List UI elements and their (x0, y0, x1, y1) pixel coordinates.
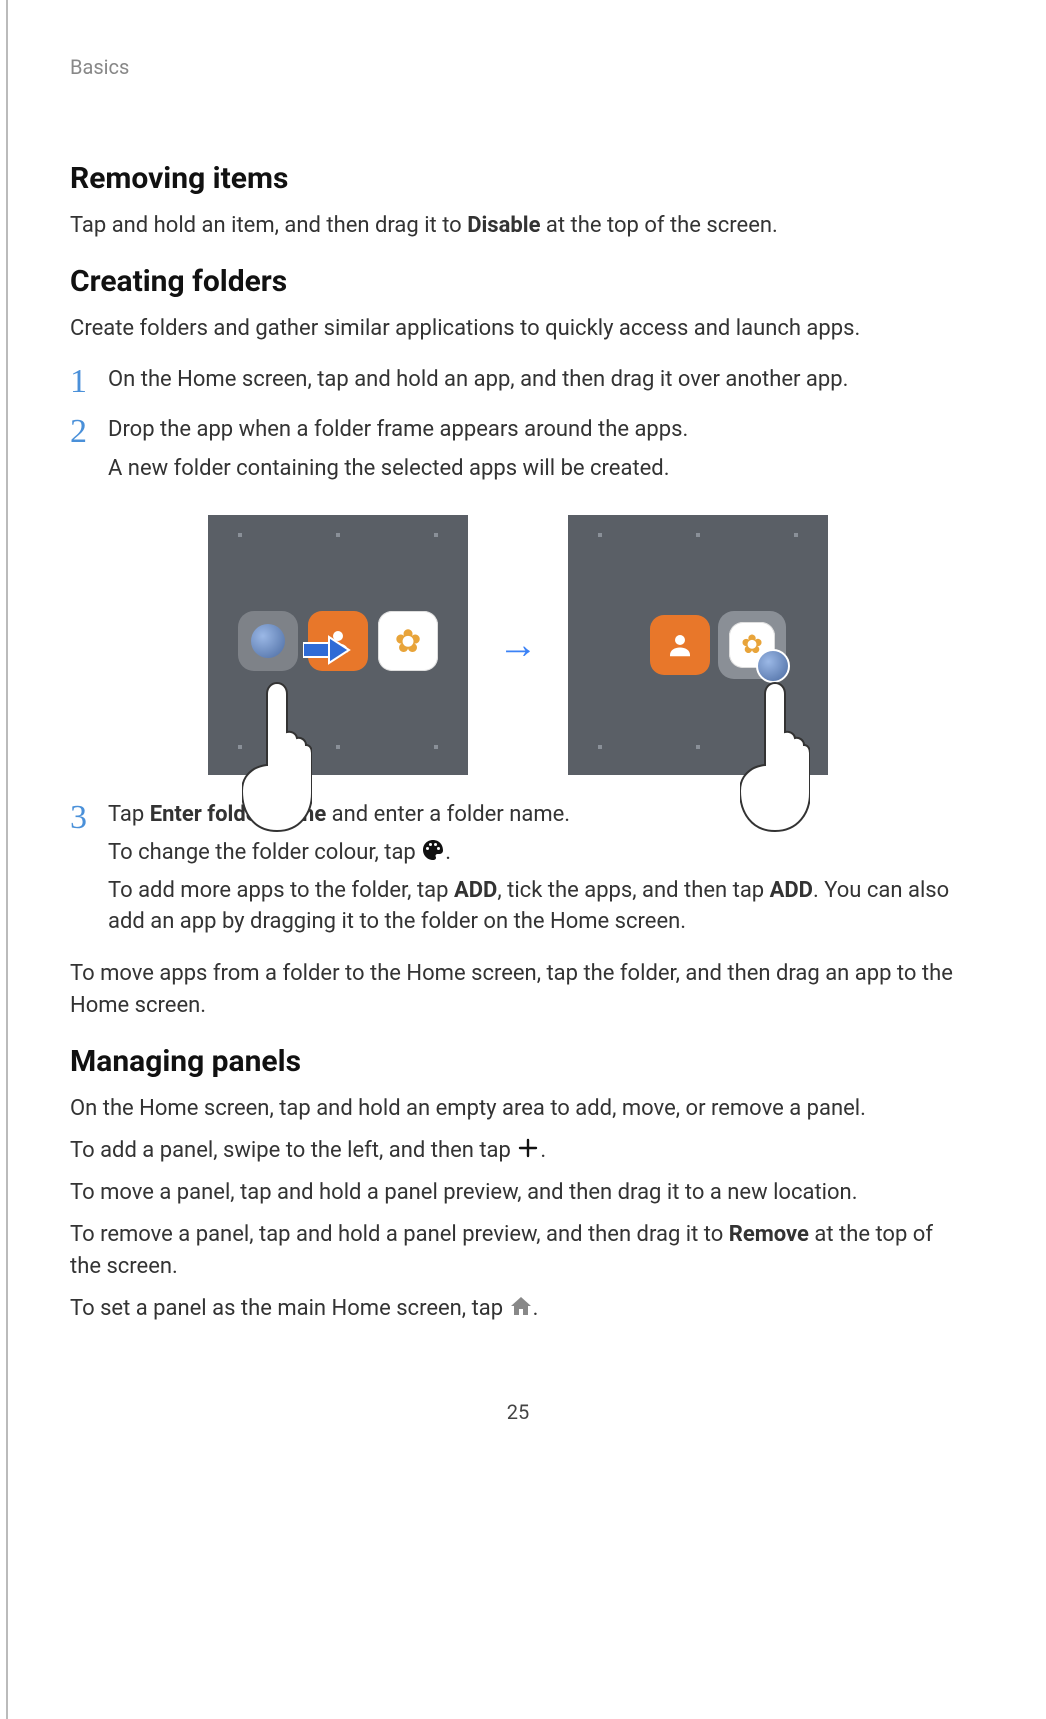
heading-removing-items: Removing items (70, 161, 966, 196)
text: and enter a folder name. (326, 802, 570, 827)
enter-folder-name-bold: Enter folder name (150, 802, 327, 827)
step-number: 1 (70, 363, 92, 399)
add-bold: ADD (770, 878, 813, 903)
text: . (533, 1296, 539, 1321)
step-list: 1 On the Home screen, tap and hold an ap… (70, 363, 966, 491)
managing-p3: To move a panel, tap and hold a panel pr… (70, 1177, 966, 1209)
star-icon: ✿ (378, 611, 438, 671)
managing-p4: To remove a panel, tap and hold a panel … (70, 1219, 966, 1283)
text: Tap (108, 802, 150, 827)
managing-p2: To add a panel, swipe to the left, and t… (70, 1135, 966, 1167)
figure-row: ✿ → ✿ (70, 515, 966, 775)
folder-frame: ✿ (718, 611, 786, 679)
contacts-icon (650, 615, 710, 675)
figure-after: ✿ (568, 515, 828, 775)
add-bold: ADD (454, 878, 497, 903)
step-list-cont: 3 Tap Enter folder name and enter a fold… (70, 799, 966, 945)
step-2-line1: Drop the app when a folder frame appears… (108, 417, 688, 442)
text: To remove a panel, tap and hold a panel … (70, 1222, 729, 1247)
managing-p1: On the Home screen, tap and hold an empt… (70, 1093, 966, 1125)
running-header: Basics (70, 0, 966, 139)
app-icon-dragging (238, 611, 298, 671)
text: . (445, 840, 451, 865)
text: at the top of the screen. (540, 213, 777, 238)
text: Tap and hold an item, and then drag it t… (70, 213, 467, 238)
heading-managing-panels: Managing panels (70, 1044, 966, 1079)
text: , tick the apps, and then tap (497, 878, 769, 903)
step-1: 1 On the Home screen, tap and hold an ap… (70, 363, 966, 399)
app-icon-dragging (756, 649, 790, 683)
page-number: 25 (70, 1400, 966, 1424)
figure-before: ✿ (208, 515, 468, 775)
drag-arrow-icon (303, 635, 351, 665)
text: To add more apps to the folder, tap (108, 878, 454, 903)
palette-icon (421, 838, 445, 862)
text: To set a panel as the main Home screen, … (70, 1296, 509, 1321)
step-2: 2 Drop the app when a folder frame appea… (70, 413, 966, 491)
text: . (540, 1138, 546, 1163)
managing-p5: To set a panel as the main Home screen, … (70, 1293, 966, 1325)
disable-bold: Disable (467, 213, 540, 238)
step-1-text: On the Home screen, tap and hold an app,… (108, 367, 848, 392)
step-number: 2 (70, 413, 92, 449)
creating-folders-intro: Create folders and gather similar applic… (70, 313, 966, 345)
remove-bold: Remove (729, 1222, 809, 1247)
text: To add a panel, swipe to the left, and t… (70, 1138, 516, 1163)
plus-icon (516, 1136, 540, 1160)
arrow-right-icon: → (498, 621, 538, 668)
heading-creating-folders: Creating folders (70, 264, 966, 299)
text: To change the folder colour, tap (108, 840, 421, 865)
step-2-line2: A new folder containing the selected app… (108, 453, 966, 485)
removing-items-text: Tap and hold an item, and then drag it t… (70, 210, 966, 242)
home-icon (509, 1294, 533, 1318)
step-number: 3 (70, 799, 92, 835)
move-apps-text: To move apps from a folder to the Home s… (70, 958, 966, 1022)
step-3: 3 Tap Enter folder name and enter a fold… (70, 799, 966, 945)
